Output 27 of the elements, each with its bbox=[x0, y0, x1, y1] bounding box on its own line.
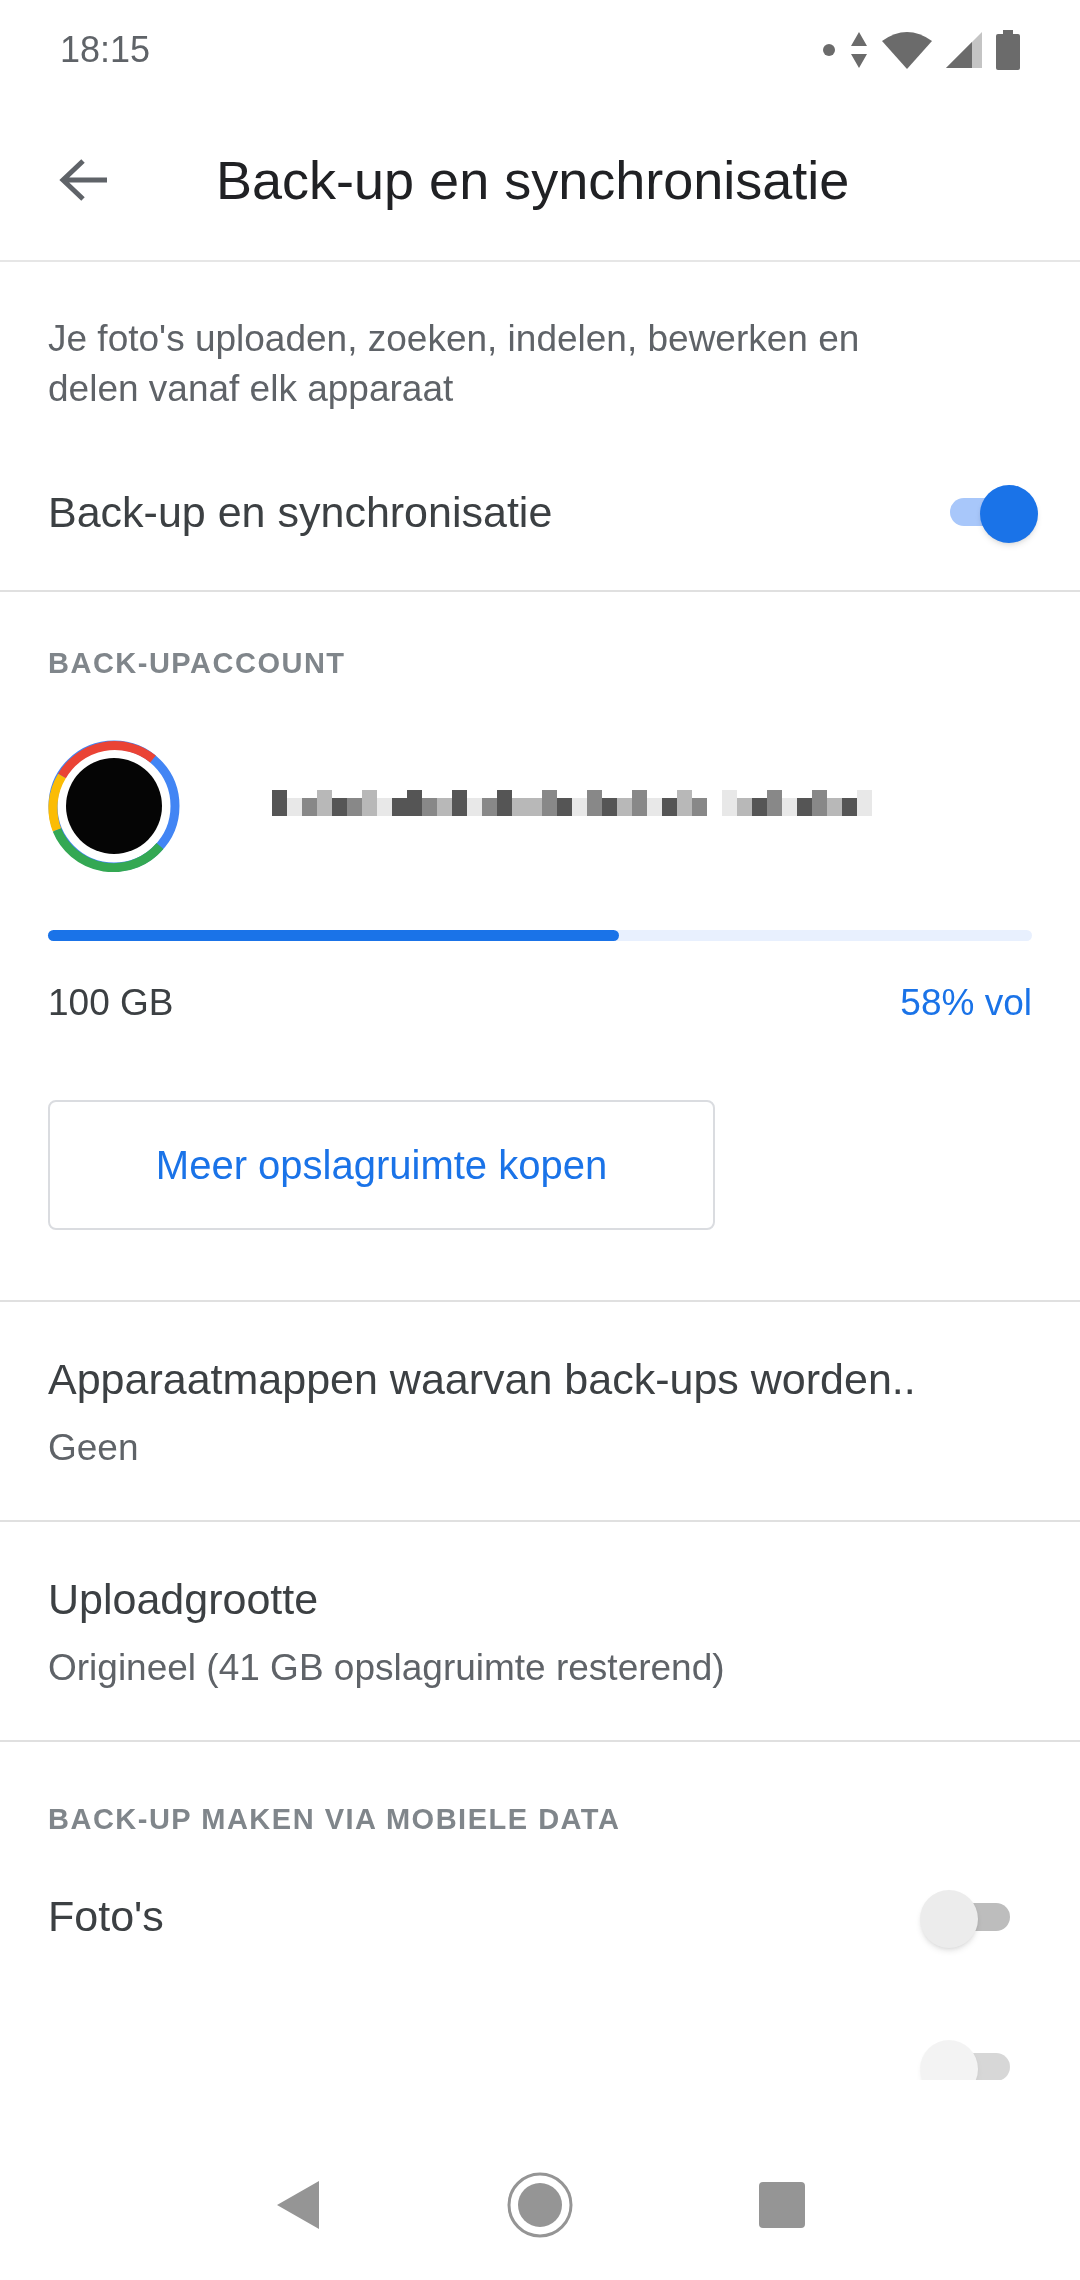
buy-storage-button[interactable]: Meer opslagruimte kopen bbox=[48, 1100, 715, 1230]
wifi-icon bbox=[882, 31, 932, 69]
nav-home-button[interactable] bbox=[505, 2170, 575, 2240]
data-arrows-icon bbox=[850, 30, 868, 70]
avatar-ring-icon bbox=[48, 739, 180, 872]
status-time: 18:15 bbox=[60, 28, 151, 72]
triangle-back-icon bbox=[277, 2181, 320, 2229]
storage-used: 58% vol bbox=[900, 980, 1032, 1025]
section-header: BACK-UP MAKEN VIA MOBIELE DATA bbox=[47, 1802, 622, 1837]
toggle-label: Back-up en synchronisatie bbox=[48, 486, 553, 538]
description-text: Je foto's uploaden, zoeken, indelen, bewerken en delen vanaf elk apparaat bbox=[47, 317, 861, 411]
screen-title: Back-up en synchronisatie bbox=[216, 148, 850, 212]
item-title: Uploadgrootte bbox=[48, 1574, 320, 1625]
notification-dot-icon bbox=[822, 43, 836, 57]
battery-icon bbox=[996, 30, 1020, 70]
item-subtitle: Geen bbox=[48, 1425, 140, 1470]
back-arrow-icon bbox=[59, 158, 109, 202]
signal-icon bbox=[946, 32, 982, 68]
settings-item[interactable]: Apparaatmappen waarvan back-ups worden.. Geen bbox=[0, 1302, 1080, 1522]
item-subtitle: Origineel (41 GB opslagruimte resterend) bbox=[48, 1645, 726, 1690]
home-circle-icon bbox=[507, 2172, 573, 2238]
square-recents-icon bbox=[758, 2182, 805, 2228]
storage-total: 100 GB bbox=[48, 980, 174, 1025]
toggle-label: Foto's bbox=[48, 1891, 164, 1943]
section-header: BACK-UPACCOUNT bbox=[48, 646, 347, 681]
settings-item[interactable]: Uploadgrootte Origineel (41 GB opslagruimte resterend) bbox=[0, 1522, 1080, 1742]
item-title: Apparaatmappen waarvan back-ups worden.. bbox=[48, 1354, 917, 1405]
